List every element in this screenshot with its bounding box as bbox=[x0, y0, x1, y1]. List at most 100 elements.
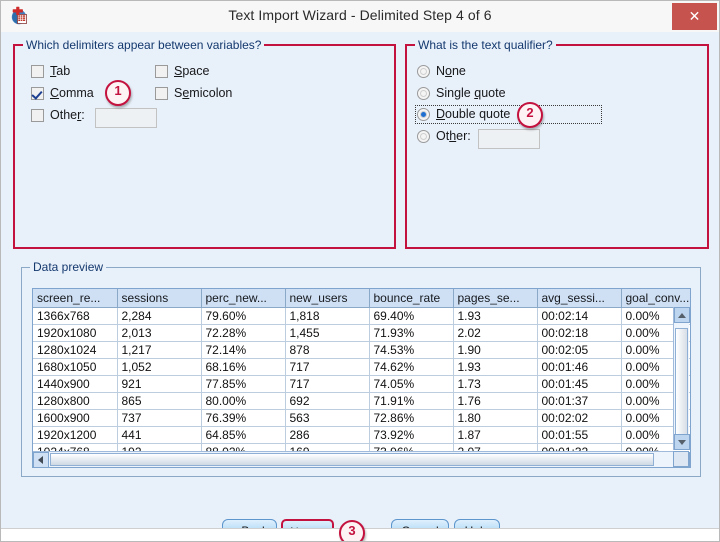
vertical-scrollbar[interactable] bbox=[673, 307, 690, 450]
table-cell: 2,013 bbox=[117, 324, 202, 342]
table-cell: 73.92% bbox=[369, 426, 454, 444]
table-cell: 1,455 bbox=[285, 324, 370, 342]
table-cell: 72.28% bbox=[201, 324, 286, 342]
radio-double-quote[interactable]: Double quote bbox=[417, 107, 510, 121]
radio-none-label: None bbox=[436, 64, 466, 78]
checkbox-comma-label: Comma bbox=[50, 86, 94, 100]
checkbox-other[interactable]: Other: bbox=[31, 108, 85, 122]
table-cell: 74.62% bbox=[369, 358, 454, 376]
text-import-wizard-window: Text Import Wizard - Delimited Step 4 of… bbox=[0, 0, 720, 542]
radio-single-quote[interactable]: Single quote bbox=[417, 86, 506, 100]
table-row[interactable]: 1280x800 865 80.00% 692 71.91% 1.76 00:01:37 0.… bbox=[33, 392, 690, 410]
radio-single-quote-dot[interactable] bbox=[417, 86, 430, 100]
checkbox-semicolon-box[interactable] bbox=[155, 86, 168, 100]
checkbox-space[interactable]: Space bbox=[155, 64, 209, 78]
data-preview-table-wrapper[interactable]: screen_re... sessions perc_new... new_users… bbox=[32, 288, 691, 468]
table-cell: 1.90 bbox=[453, 341, 538, 359]
checkbox-tab-box[interactable] bbox=[31, 64, 44, 78]
text-qualifier-group: What is the text qualifier? None Single … bbox=[405, 38, 709, 249]
scroll-up-arrow-icon[interactable] bbox=[674, 307, 690, 323]
table-cell: 79.60% bbox=[201, 307, 286, 325]
callout-badge-1: 1 bbox=[105, 80, 131, 106]
checkbox-space-label: Space bbox=[174, 64, 210, 78]
table-cell: 1280x800 bbox=[33, 392, 118, 410]
other-qualifier-input[interactable] bbox=[478, 129, 540, 149]
table-column-header[interactable]: new_users bbox=[285, 289, 370, 308]
table-column-header[interactable]: bounce_rate bbox=[369, 289, 454, 308]
data-preview-group-label: Data preview bbox=[30, 260, 107, 274]
table-column-header[interactable]: perc_new... bbox=[201, 289, 286, 308]
checkbox-other-box[interactable] bbox=[31, 108, 44, 122]
table-cell: 00:02:18 bbox=[537, 324, 622, 342]
scroll-left-arrow-icon[interactable] bbox=[33, 452, 49, 467]
radio-none-dot[interactable] bbox=[417, 64, 430, 78]
delimiters-group-label: Which delimiters appear between variable… bbox=[23, 38, 265, 52]
table-cell: 00:01:37 bbox=[537, 392, 622, 410]
table-cell: 71.93% bbox=[369, 324, 454, 342]
table-row[interactable]: 1280x1024 1,217 72.14% 878 74.53% 1.90 00:02:0… bbox=[33, 341, 690, 359]
table-cell: 72.14% bbox=[201, 341, 286, 359]
table-cell: 77.85% bbox=[201, 375, 286, 393]
scrollbar-corner bbox=[673, 451, 689, 467]
table-cell: 1920x1200 bbox=[33, 426, 118, 444]
table-cell: 74.53% bbox=[369, 341, 454, 359]
table-cell: 286 bbox=[285, 426, 370, 444]
table-header-row: screen_re... sessions perc_new... new_users… bbox=[33, 289, 690, 308]
table-cell: 1440x900 bbox=[33, 375, 118, 393]
horizontal-scrollbar[interactable] bbox=[33, 451, 690, 467]
table-column-header[interactable]: screen_re... bbox=[33, 289, 118, 308]
table-cell: 1.87 bbox=[453, 426, 538, 444]
radio-single-quote-label: Single quote bbox=[436, 86, 506, 100]
table-row[interactable]: 1440x900 921 77.85% 717 74.05% 1.73 00:01:45 0.… bbox=[33, 375, 690, 393]
table-body: 1366x768 2,284 79.60% 1,818 69.40% 1.93 00:02:… bbox=[33, 307, 690, 467]
table-column-header[interactable]: sessions bbox=[117, 289, 202, 308]
table-row[interactable]: 1920x1080 2,013 72.28% 1,455 71.93% 2.02 00:02… bbox=[33, 324, 690, 342]
checkbox-comma[interactable]: Comma bbox=[31, 86, 94, 100]
table-cell: 80.00% bbox=[201, 392, 286, 410]
table-cell: 717 bbox=[285, 358, 370, 376]
table-column-header[interactable]: avg_sessi... bbox=[537, 289, 622, 308]
table-cell: 1600x900 bbox=[33, 409, 118, 427]
table-cell: 1,217 bbox=[117, 341, 202, 359]
table-cell: 717 bbox=[285, 375, 370, 393]
table-cell: 1,052 bbox=[117, 358, 202, 376]
table-cell: 2,284 bbox=[117, 307, 202, 325]
table-cell: 1,818 bbox=[285, 307, 370, 325]
table-cell: 00:01:46 bbox=[537, 358, 622, 376]
data-preview-group: Data preview screen_re... sessions perc_ne… bbox=[21, 260, 701, 477]
radio-double-quote-dot[interactable] bbox=[417, 107, 430, 121]
table-cell: 71.91% bbox=[369, 392, 454, 410]
table-cell: 878 bbox=[285, 341, 370, 359]
table-cell: 1366x768 bbox=[33, 307, 118, 325]
checkbox-other-label: Other: bbox=[50, 108, 85, 122]
data-preview-table: screen_re... sessions perc_new... new_users… bbox=[33, 289, 690, 467]
table-row[interactable]: 1366x768 2,284 79.60% 1,818 69.40% 1.93 00:02:… bbox=[33, 307, 690, 325]
table-cell: 00:02:05 bbox=[537, 341, 622, 359]
radio-other[interactable]: Other: bbox=[417, 129, 471, 143]
table-row[interactable]: 1680x1050 1,052 68.16% 717 74.62% 1.93 00:01:4… bbox=[33, 358, 690, 376]
checkbox-comma-box[interactable] bbox=[31, 86, 44, 100]
checkbox-tab[interactable]: Tab bbox=[31, 64, 70, 78]
close-button[interactable]: ✕ bbox=[672, 3, 717, 30]
window-title: Text Import Wizard - Delimited Step 4 of… bbox=[228, 7, 492, 23]
table-cell: 72.86% bbox=[369, 409, 454, 427]
callout-badge-3: 3 bbox=[339, 520, 365, 541]
scroll-down-arrow-icon[interactable] bbox=[674, 434, 690, 450]
checkbox-semicolon[interactable]: Semicolon bbox=[155, 86, 232, 100]
table-cell: 00:01:45 bbox=[537, 375, 622, 393]
checkbox-space-box[interactable] bbox=[155, 64, 168, 78]
radio-none[interactable]: None bbox=[417, 64, 466, 78]
table-column-header[interactable]: goal_conv... bbox=[621, 289, 690, 308]
table-column-header[interactable]: pages_se... bbox=[453, 289, 538, 308]
text-qualifier-group-label: What is the text qualifier? bbox=[415, 38, 556, 52]
table-cell: 1.93 bbox=[453, 307, 538, 325]
table-cell: 865 bbox=[117, 392, 202, 410]
horizontal-scroll-thumb[interactable] bbox=[50, 453, 654, 466]
table-cell: 1.73 bbox=[453, 375, 538, 393]
table-row[interactable]: 1600x900 737 76.39% 563 72.86% 1.80 00:02:02 0.… bbox=[33, 409, 690, 427]
other-delimiter-input[interactable] bbox=[95, 108, 157, 128]
vertical-scroll-thumb[interactable] bbox=[675, 328, 688, 441]
table-cell: 1920x1080 bbox=[33, 324, 118, 342]
radio-other-dot[interactable] bbox=[417, 129, 430, 143]
table-row[interactable]: 1920x1200 441 64.85% 286 73.92% 1.87 00:01:55 0… bbox=[33, 426, 690, 444]
